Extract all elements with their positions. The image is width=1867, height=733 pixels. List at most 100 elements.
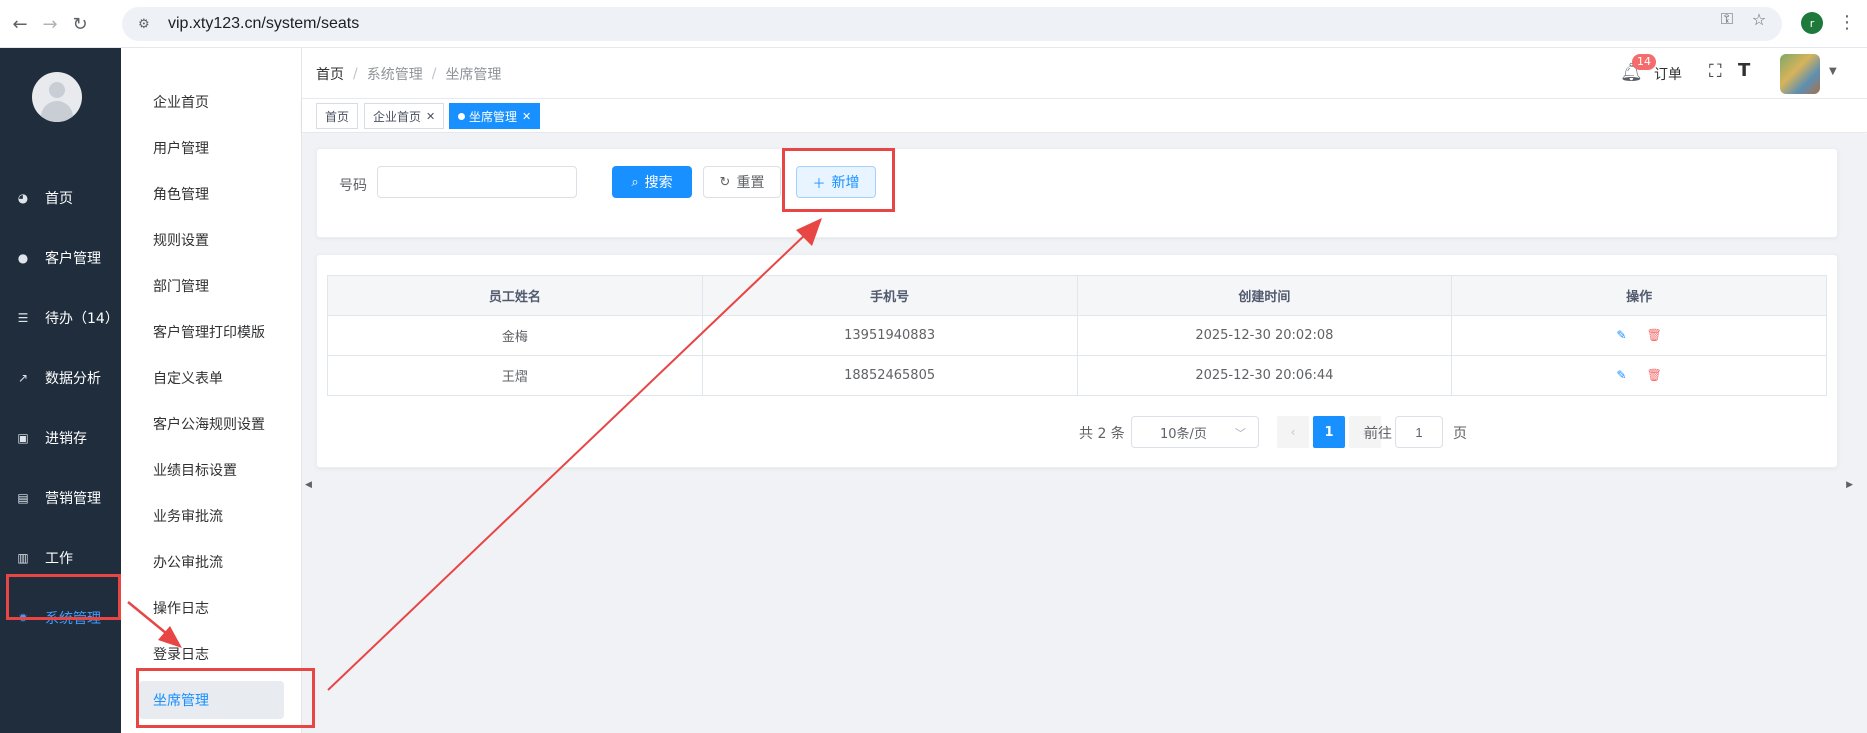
close-icon[interactable]: ✕ <box>522 110 531 123</box>
notification-badge: 14 <box>1632 54 1656 70</box>
pagination: 共 2 条 10条/页 ﹀ ‹ 1 › 前往 页 <box>317 415 1839 449</box>
chevron-down-icon: ﹀ <box>1235 427 1246 440</box>
annotation-box-system <box>6 574 121 620</box>
sidebar-item-customers[interactable]: ● 客户管理 <box>0 238 121 278</box>
reset-button[interactable]: ↻ 重置 <box>703 166 781 198</box>
search-button[interactable]: ⌕ 搜索 <box>612 166 692 198</box>
fullscreen-icon[interactable]: ⛶ <box>1709 61 1722 82</box>
submenu-item[interactable]: 企业首页 <box>153 84 209 120</box>
breadcrumb-separator: / <box>431 66 437 82</box>
submenu-item[interactable]: 部门管理 <box>153 268 209 304</box>
sidebar-item-label: 进销存 <box>45 431 87 447</box>
tags-view: 首页 企业首页 ✕ 坐席管理 ✕ <box>302 99 1867 133</box>
reset-button-label: 重置 <box>736 175 765 191</box>
edit-icon[interactable]: ✎ <box>1616 368 1626 382</box>
page-number-button[interactable]: 1 <box>1313 416 1345 448</box>
page-size-select[interactable]: 10条/页 ﹀ <box>1131 416 1259 448</box>
table-row: 王熠 18852465805 2025-12-30 20:06:44 ✎ 🗑︎ <box>327 355 1827 396</box>
caret-down-icon[interactable]: ▼ <box>1829 66 1837 77</box>
phone-input[interactable] <box>377 166 577 198</box>
table-header-row: 员工姓名 手机号 创建时间 操作 <box>327 275 1827 316</box>
submenu-item[interactable]: 登录日志 <box>153 636 209 672</box>
table-card: 员工姓名 手机号 创建时间 操作 金梅 13951940883 2025-12-… <box>316 254 1838 468</box>
tag-label: 企业首页 <box>373 109 422 124</box>
sidebar-item-label: 营销管理 <box>45 491 101 507</box>
submenu-item[interactable]: 客户管理打印模版 <box>153 314 265 350</box>
close-icon[interactable]: ✕ <box>426 110 435 123</box>
sidebar-item-analytics[interactable]: ↗ 数据分析 <box>0 358 121 398</box>
delete-icon[interactable]: 🗑︎ <box>1647 368 1662 382</box>
goto-page-input[interactable] <box>1395 416 1443 448</box>
main-content: 号码 ⌕ 搜索 ↻ 重置 ＋ 新增 员工姓名 手机号 创建时间 操作 金梅 13… <box>302 134 1867 733</box>
goto-suffix: 页 <box>1453 426 1467 442</box>
browser-menu-icon[interactable]: ⋮ <box>1838 12 1856 33</box>
order-link[interactable]: 订单 <box>1654 64 1682 84</box>
breadcrumb-system: 系统管理 <box>366 67 423 83</box>
profile-avatar[interactable]: r <box>1801 12 1823 34</box>
sidebar-item-work[interactable]: ▥ 工作 <box>0 538 121 578</box>
user-avatar[interactable] <box>1780 54 1820 94</box>
breadcrumb-home[interactable]: 首页 <box>316 64 344 84</box>
sidebar-item-label: 工作 <box>45 551 73 567</box>
submenu-item[interactable]: 客户公海规则设置 <box>153 406 265 442</box>
submenu-item[interactable]: 用户管理 <box>153 130 209 166</box>
submenu-item[interactable]: 操作日志 <box>153 590 209 626</box>
delete-icon[interactable]: 🗑︎ <box>1647 328 1662 342</box>
search-form-card: 号码 ⌕ 搜索 ↻ 重置 ＋ 新增 <box>316 148 1838 238</box>
sidebar-item-inventory[interactable]: ▣ 进销存 <box>0 418 121 458</box>
reload-icon[interactable]: ↻ <box>66 10 94 38</box>
window-icon: ▣ <box>17 431 29 445</box>
sliders-icon: ☰ <box>17 311 29 325</box>
search-icon: ⌕ <box>631 174 639 190</box>
site-settings-icon[interactable]: ⚙ <box>138 15 156 33</box>
dashboard-icon: ◕ <box>17 191 29 205</box>
forward-icon[interactable]: → <box>36 10 64 38</box>
refresh-icon: ↻ <box>719 174 731 190</box>
submenu-item[interactable]: 规则设置 <box>153 222 209 258</box>
tag-seats[interactable]: 坐席管理 ✕ <box>449 103 541 129</box>
scroll-right-icon[interactable]: ▶ <box>1846 480 1853 490</box>
page-size-value: 10条/页 <box>1160 426 1207 442</box>
edit-icon[interactable]: ✎ <box>1616 328 1626 342</box>
phone-label: 号码 <box>339 178 367 194</box>
sidebar-item-label: 数据分析 <box>45 371 101 387</box>
system-submenu: 企业首页 用户管理 角色管理 规则设置 部门管理 客户管理打印模版 自定义表单 … <box>121 48 302 733</box>
horizontal-scrollbar[interactable]: ◀ ▶ <box>302 480 1867 492</box>
address-bar[interactable]: ⚙ vip.xty123.cn/system/seats <box>122 7 1782 41</box>
seats-table: 员工姓名 手机号 创建时间 操作 金梅 13951940883 2025-12-… <box>327 275 1827 396</box>
column-header: 员工姓名 <box>327 275 703 316</box>
sidebar-item-label: 首页 <box>45 191 73 207</box>
sidebar-avatar[interactable] <box>32 72 82 122</box>
font-size-icon[interactable]: T <box>1738 60 1750 81</box>
tag-enterprise-home[interactable]: 企业首页 ✕ <box>364 103 445 129</box>
active-dot-icon <box>458 112 465 120</box>
submenu-item[interactable]: 业务审批流 <box>153 498 223 534</box>
top-header: 首页 / 系统管理 / 坐席管理 🔔︎ 14 订单 ⛶ T ▼ <box>302 48 1867 99</box>
column-header: 创建时间 <box>1076 275 1453 316</box>
table-row: 金梅 13951940883 2025-12-30 20:02:08 ✎ 🗑︎ <box>327 315 1827 356</box>
user-icon: ● <box>17 251 29 265</box>
key-icon[interactable]: ⚿ <box>1716 8 1738 30</box>
total-count: 共 2 条 <box>1079 426 1125 442</box>
sidebar-item-todo[interactable]: ☰ 待办（14） <box>0 298 121 338</box>
sidebar-item-marketing[interactable]: ▤ 营销管理 <box>0 478 121 518</box>
prev-page-button[interactable]: ‹ <box>1277 416 1309 448</box>
tag-home[interactable]: 首页 <box>316 103 359 129</box>
submenu-item[interactable]: 业绩目标设置 <box>153 452 237 488</box>
breadcrumb-separator: / <box>353 66 358 82</box>
column-header: 手机号 <box>701 275 1078 316</box>
scroll-left-icon[interactable]: ◀ <box>305 480 312 490</box>
breadcrumb: 首页 / 系统管理 / 坐席管理 <box>316 64 501 84</box>
sidebar-item-home[interactable]: ◕ 首页 <box>0 178 121 218</box>
submenu-item[interactable]: 角色管理 <box>153 176 209 212</box>
annotation-box-seats <box>136 668 315 728</box>
marketing-icon: ▤ <box>17 491 29 505</box>
bookmark-star-icon[interactable]: ☆ <box>1748 8 1770 30</box>
submenu-item[interactable]: 自定义表单 <box>153 360 223 396</box>
back-icon[interactable]: ← <box>6 10 34 38</box>
cell-actions: ✎ 🗑︎ <box>1451 355 1827 396</box>
tag-label: 坐席管理 <box>469 109 518 124</box>
book-icon: ▥ <box>17 551 29 565</box>
submenu-item[interactable]: 办公审批流 <box>153 544 223 580</box>
tag-label: 首页 <box>325 109 350 124</box>
